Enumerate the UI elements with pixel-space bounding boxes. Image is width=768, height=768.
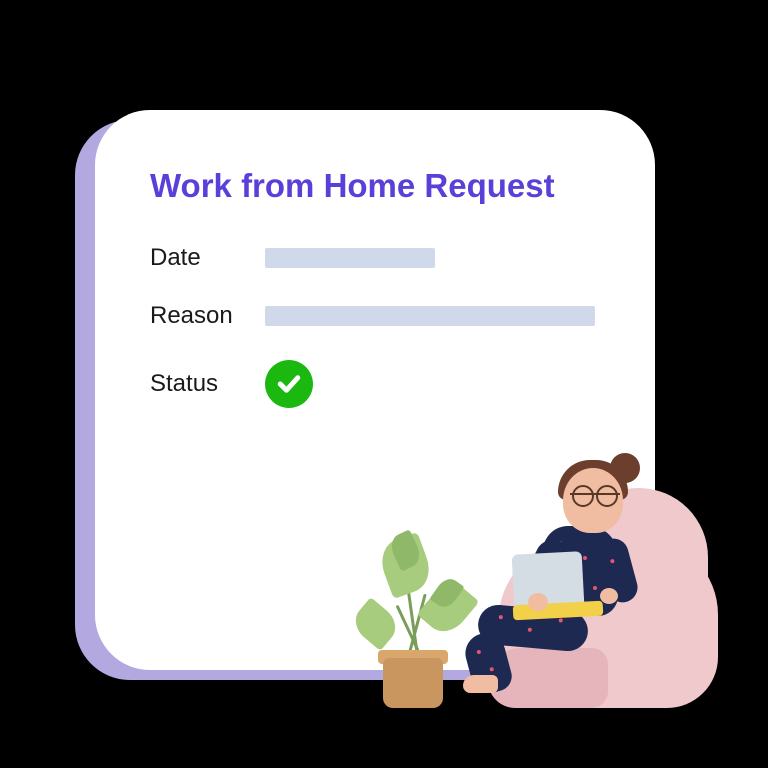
reason-row: Reason bbox=[150, 302, 600, 330]
status-label: Status bbox=[150, 370, 265, 398]
reason-label: Reason bbox=[150, 302, 265, 330]
status-approved-icon bbox=[265, 360, 313, 408]
reason-input-placeholder[interactable] bbox=[265, 306, 595, 326]
person-illustration bbox=[458, 468, 658, 688]
status-row: Status bbox=[150, 360, 600, 408]
checkmark-icon bbox=[274, 369, 304, 399]
card-title: Work from Home Request bbox=[150, 165, 600, 206]
date-label: Date bbox=[150, 244, 265, 272]
wfh-illustration bbox=[318, 428, 718, 708]
date-input-placeholder[interactable] bbox=[265, 248, 435, 268]
date-row: Date bbox=[150, 244, 600, 272]
